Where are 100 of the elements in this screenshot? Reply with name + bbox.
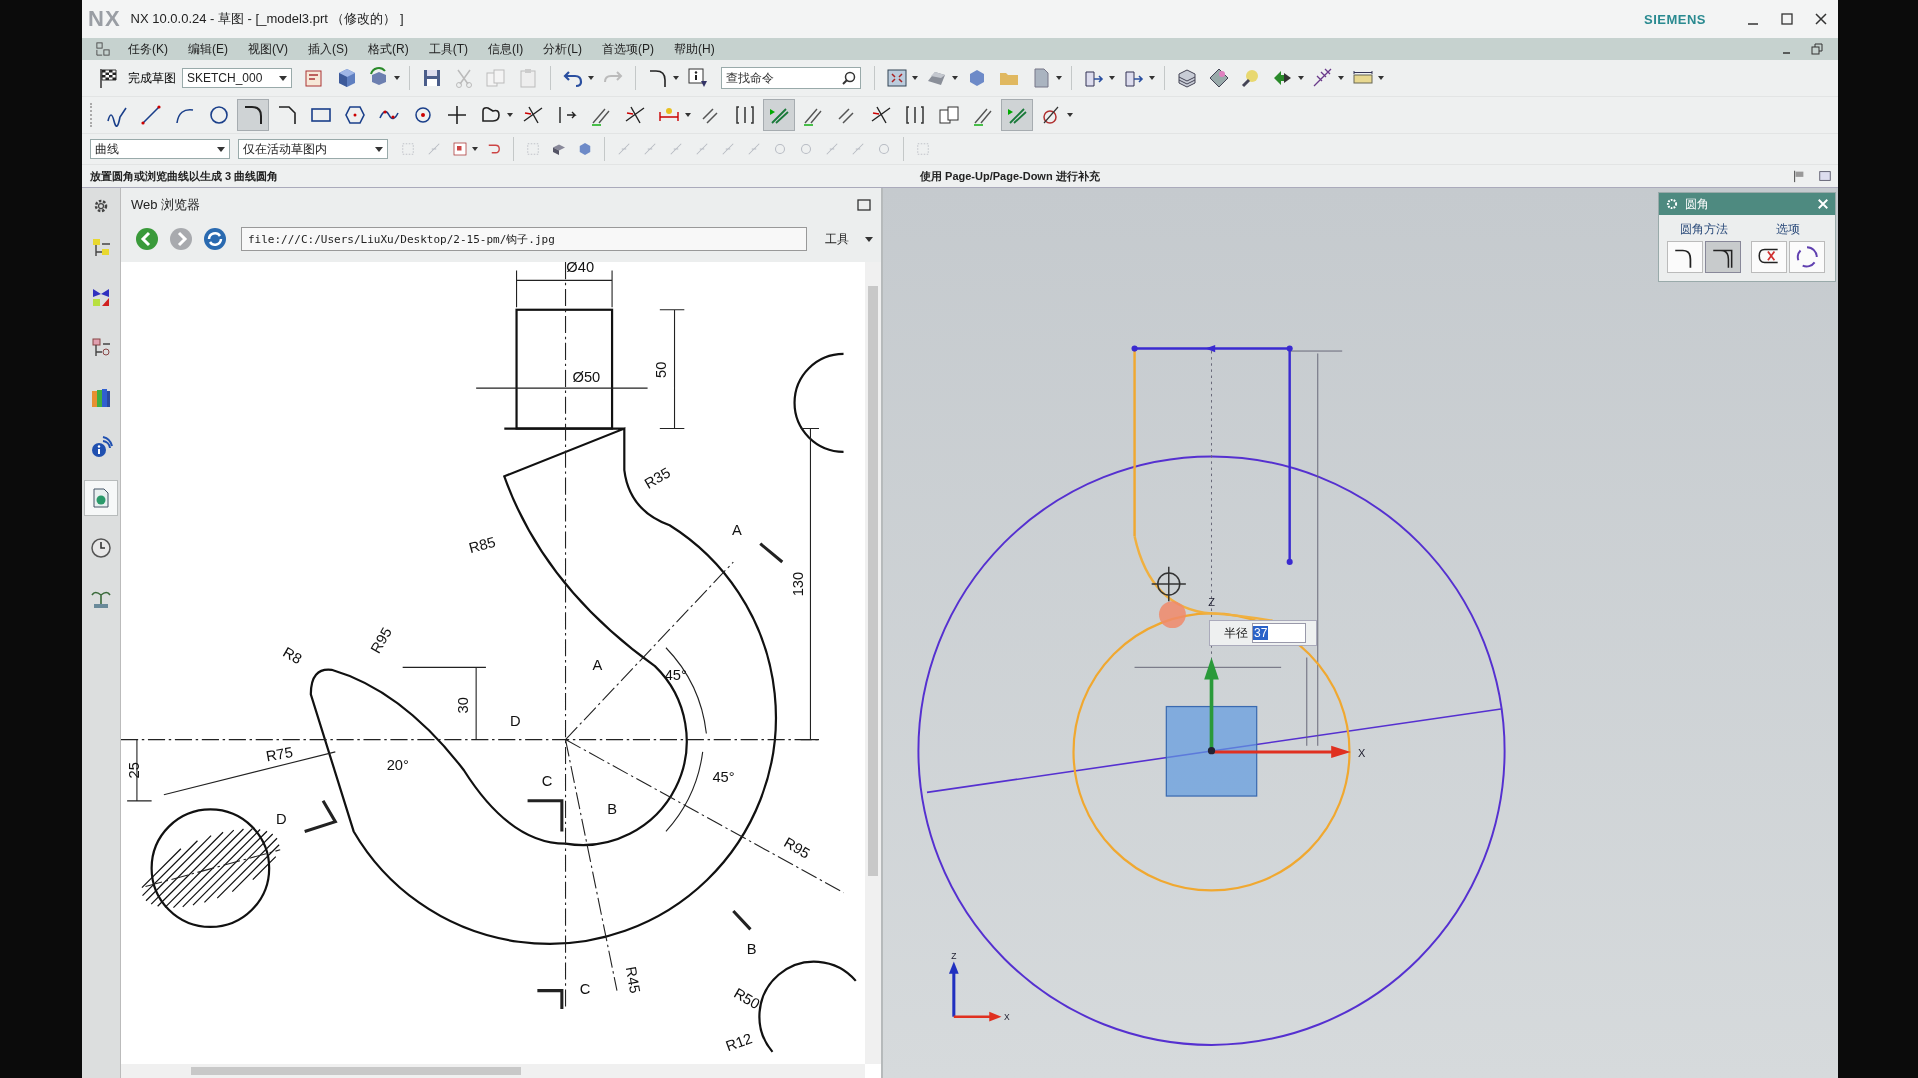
caret-icon[interactable] [1067,113,1073,117]
dimension-label: A [592,656,603,673]
cycle-arrows-button[interactable] [1789,241,1825,273]
window-title: NX 10.0.0.24 - 草图 - [_model3.prt （修改的） ] [130,10,405,28]
axis-label: X [1003,1012,1010,1023]
dimension-label: R45 [622,965,644,995]
caret-icon[interactable] [673,76,679,80]
cycle-arrows-icon [1794,244,1820,270]
radius-field[interactable]: 37 [1252,623,1306,643]
dimension-label: C [579,981,591,998]
menu-item[interactable]: 插入(S) [300,40,356,58]
maximize-icon[interactable] [1780,12,1794,26]
menu-item[interactable]: 格式(R) [360,40,417,58]
menu-item[interactable]: 首选项(P) [594,40,662,58]
close-icon[interactable] [1814,12,1828,26]
bracket-icon [903,103,927,127]
settings-icon[interactable] [1665,197,1679,211]
caret-icon[interactable] [912,76,918,80]
caret-icon [217,146,225,152]
delete-curve-button[interactable] [1751,241,1787,273]
dimension-label: 45° [664,666,687,683]
panel-title: Web 浏览器 [131,196,201,214]
dimension-label: R12 [723,1030,755,1055]
scope-filter-dropdown[interactable]: 仅在活动草图内 [238,139,388,159]
finish-sketch-button[interactable]: 完成草图 [90,64,180,92]
caret-icon[interactable] [1378,76,1384,80]
dimension-label: C [541,773,553,790]
caret-icon[interactable] [1109,76,1115,80]
caret-icon[interactable] [685,113,691,117]
dimension-label: R75 [264,744,294,765]
move-cursor-icon [1150,566,1187,602]
vertical-scrollbar[interactable] [865,262,881,1064]
maximize-icon[interactable] [857,198,871,212]
axis-label: X [1358,746,1366,759]
cursor-highlight-dot [1159,601,1186,629]
menu-item[interactable]: 信息(I) [480,40,532,58]
fillet-trim-button[interactable] [1667,241,1703,273]
fillet-button[interactable] [237,99,269,131]
caret-icon[interactable] [588,76,594,80]
search-icon[interactable] [841,70,857,86]
menu-item[interactable]: 工具(T) [420,40,476,58]
caret-icon[interactable] [394,76,400,80]
dimension-label: B [607,801,617,818]
brand-name: SIEMENS [1644,11,1706,27]
dimension-label: Ø50 [572,369,601,385]
caret-icon[interactable] [472,147,478,151]
diamond-tool-icon[interactable] [1207,66,1231,90]
sketch-name-dropdown[interactable]: SKETCH_000 [182,68,292,88]
menu-item[interactable]: 任务(K) [120,40,176,58]
dimension-label: R95 [781,834,813,862]
caret-icon[interactable] [1056,76,1062,80]
type-filter-dropdown[interactable]: 曲线 [90,139,230,159]
menu-item[interactable]: 视图(V) [240,40,296,58]
auto-dimension-button[interactable] [1001,99,1033,131]
book-stack-icon [89,386,113,410]
flag-icon[interactable] [1792,169,1806,183]
back-icon[interactable] [135,227,159,251]
copy-icon [937,103,961,127]
dimension-label: 130 [790,571,807,597]
selection-box-icon[interactable] [451,140,469,158]
caret-icon[interactable] [1298,76,1304,80]
command-search-field[interactable]: 查找命令 [721,67,861,89]
clock-icon [89,536,113,560]
dialog-title: 圆角 [1685,195,1710,213]
auto-dimension-button[interactable] [763,99,795,131]
caret-icon[interactable] [865,236,873,242]
axis-label: Z [951,951,957,962]
caret-icon[interactable] [507,113,513,117]
caret-icon[interactable] [1338,76,1344,80]
group-label: 选项 [1776,221,1800,238]
cue-line: 放置圆角或浏览曲线以生成 3 曲线圆角 [89,168,280,184]
plus-icon [445,103,469,127]
dimension-label: 45° [712,769,735,786]
dimension-label: D [510,713,521,730]
app-logo: NX [88,6,121,32]
menu-item[interactable]: 分析(L) [535,40,590,58]
status-line: 使用 Page-Up/Page-Down 进行补充 [920,168,1100,184]
menu-item[interactable]: 编辑(E) [180,40,236,58]
refresh-icon[interactable] [203,227,227,251]
globe-page-tab[interactable] [84,480,118,516]
horizontal-scrollbar[interactable] [121,1064,865,1078]
tools-menu[interactable]: 工具 [825,230,849,248]
bracket-icon [733,103,757,127]
ribbon-toggle-icon[interactable] [96,42,110,56]
address-field[interactable]: file:///C:/Users/LiuXu/Desktop/2-15-pm/钩子.jpg [241,227,807,251]
circle-icon [207,103,231,127]
view-triad [948,961,1002,1022]
menu-item[interactable]: 帮助(H) [666,40,723,58]
dimension-label: A [732,522,742,539]
window-icon[interactable] [1818,169,1832,183]
restore-icon[interactable] [1810,42,1824,56]
dimension-label: R85 [467,533,498,557]
caret-icon [279,75,287,81]
caret-icon[interactable] [1149,76,1155,80]
group-label: 圆角方法 [1680,221,1728,238]
dimension-label: 50 [652,361,669,378]
fillet-corner-button[interactable] [1705,241,1741,273]
fit-view-icon[interactable] [885,66,909,90]
caret-icon[interactable] [952,76,958,80]
dimension-label: R35 [641,464,673,492]
